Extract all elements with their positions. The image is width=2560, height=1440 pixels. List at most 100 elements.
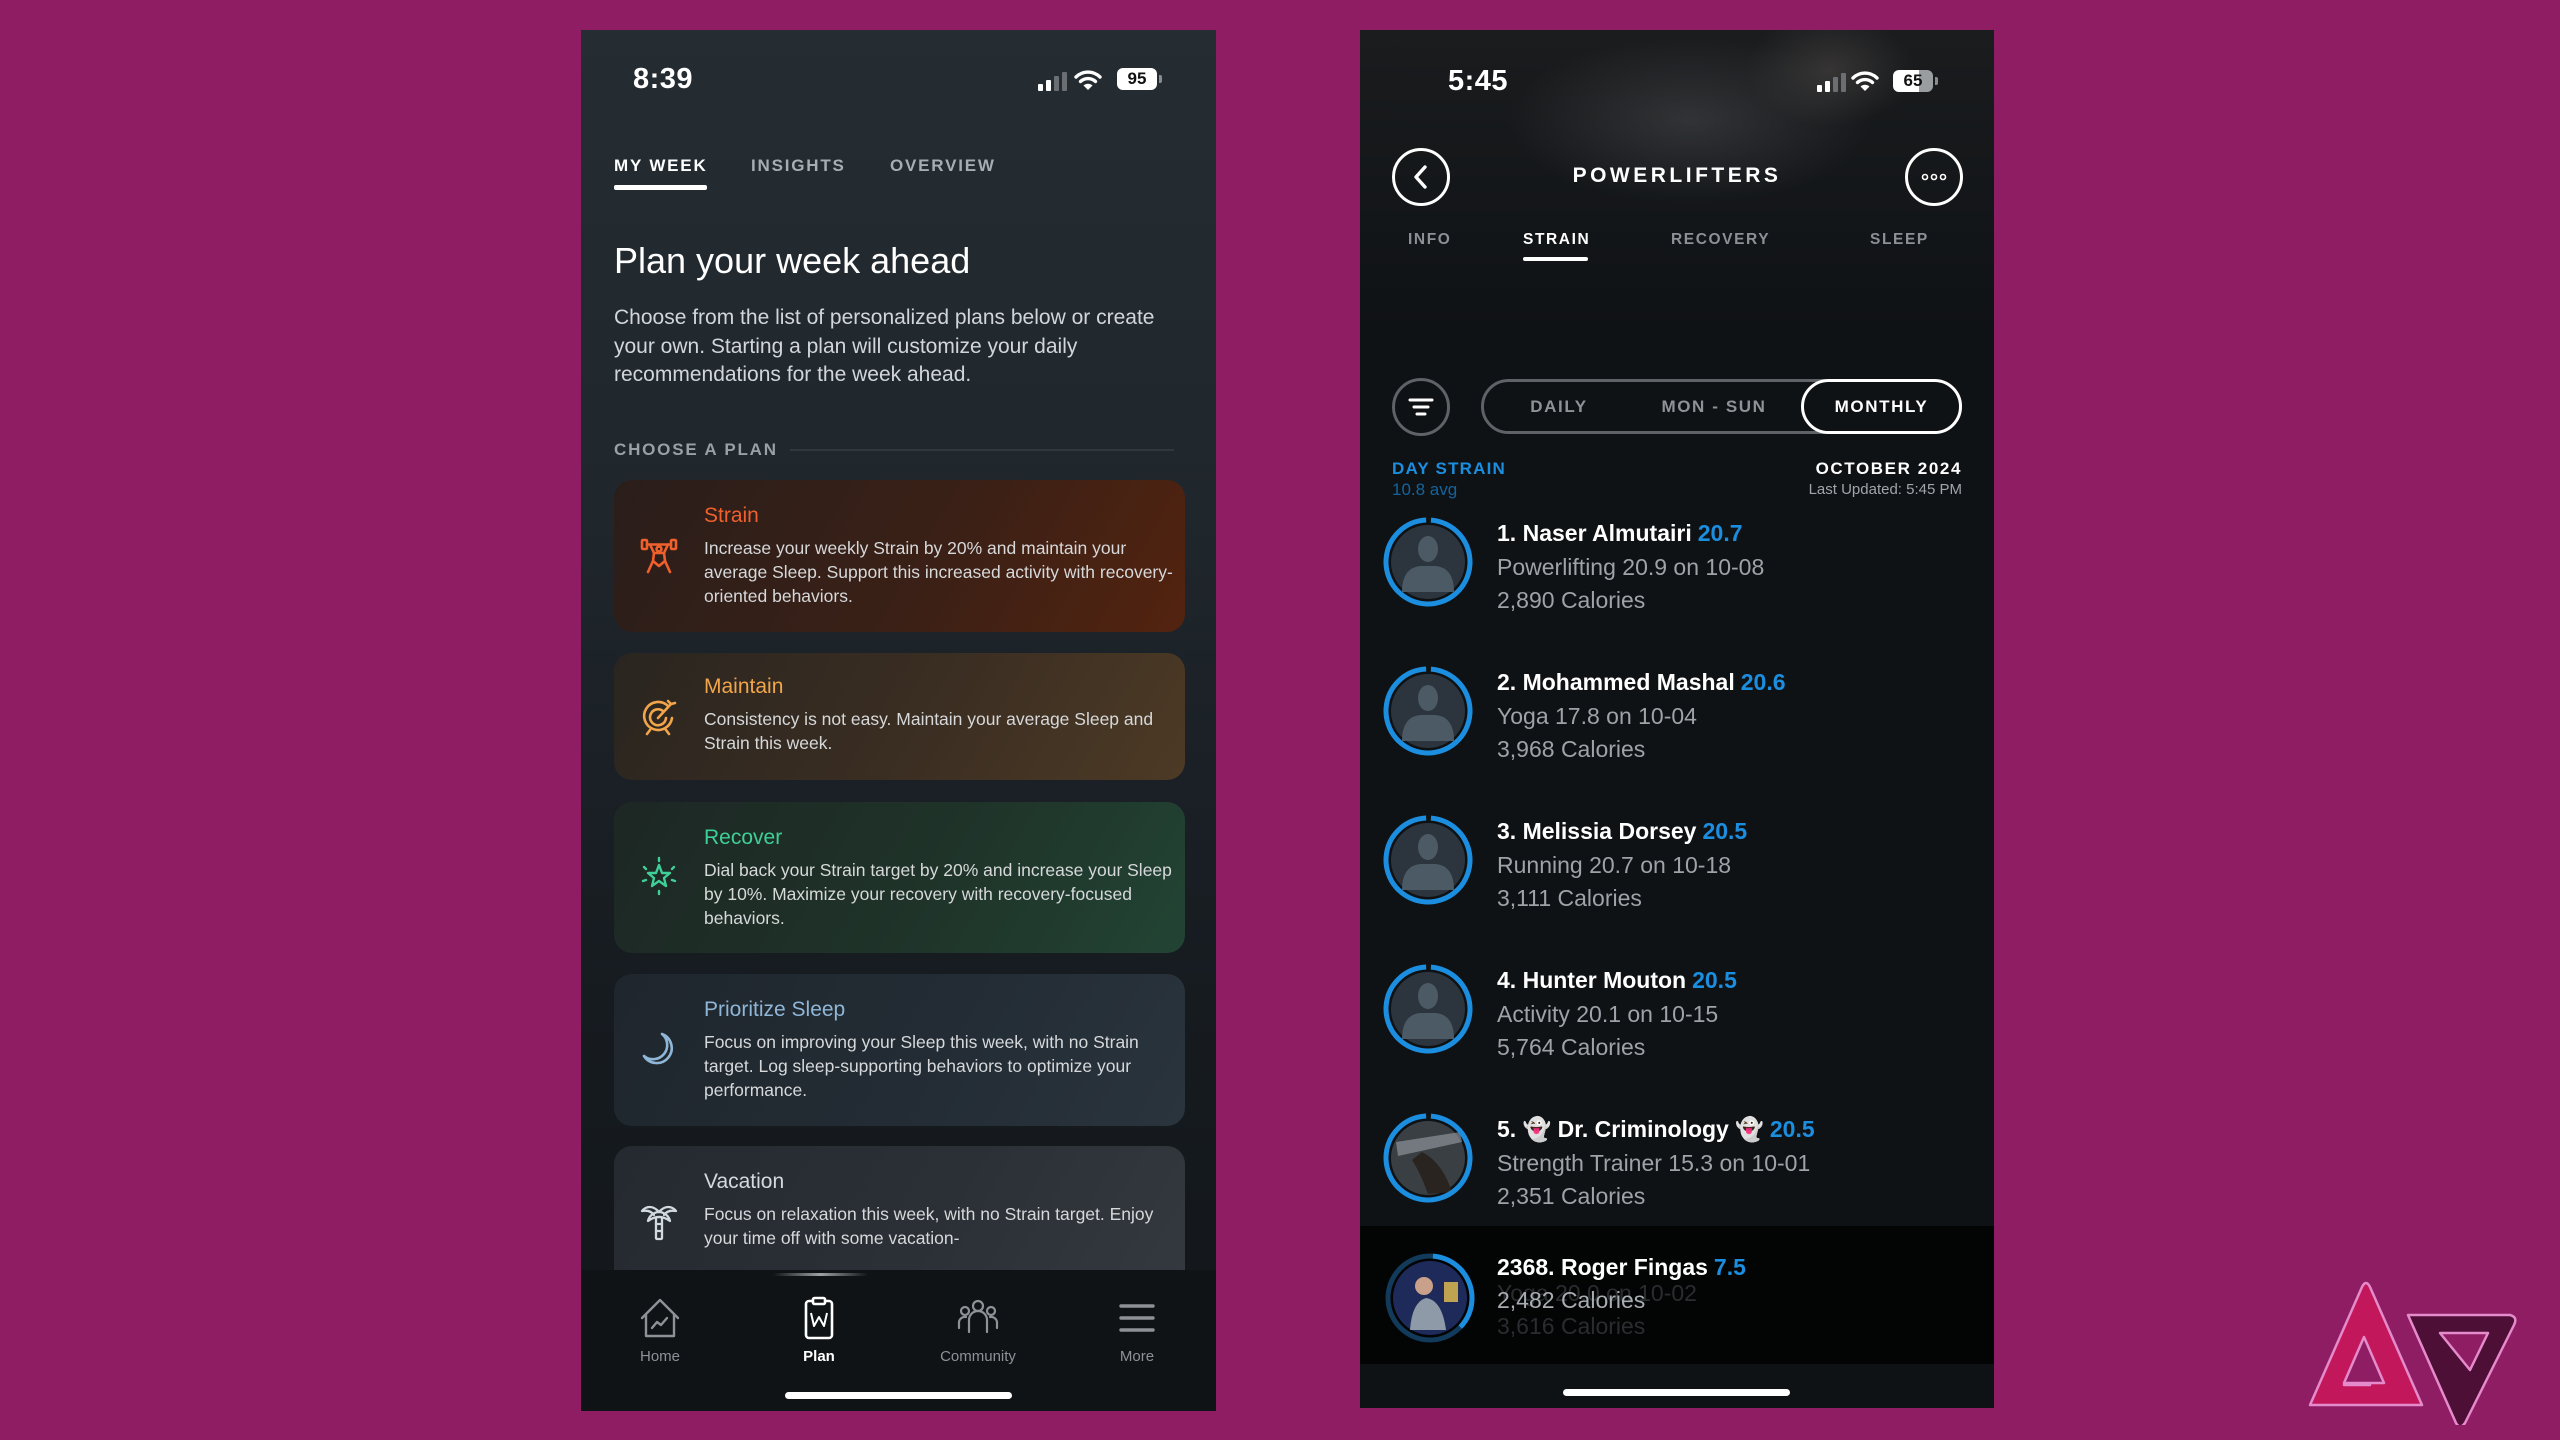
- segment-monthly[interactable]: MONTHLY: [1801, 379, 1962, 434]
- best-activity: Yoga 17.8 on 10-04: [1497, 703, 1697, 729]
- member-name-line: 5. 👻 Dr. Criminology 👻 20.5: [1497, 1116, 1815, 1143]
- cellular-signal-icon: [1817, 73, 1846, 92]
- current-user-avatar: [1385, 1253, 1475, 1343]
- member-name: Naser Almutairi: [1522, 520, 1692, 546]
- best-activity: Powerlifting 20.9 on 10-08: [1497, 554, 1765, 580]
- best-activity: Activity 20.1 on 10-15: [1497, 1001, 1719, 1027]
- team-title: POWERLIFTERS: [1572, 164, 1782, 187]
- period-segmented-control: DAILY MON - SUN MONTHLY: [1481, 379, 1962, 434]
- team-leaderboard-screen: 5:45 65 POWERLIFTERS INFO STRAIN RECOVER…: [1360, 30, 1994, 1408]
- section-label: CHOOSE A PLAN: [614, 440, 778, 459]
- calories: 2,890 Calories: [1497, 587, 1646, 613]
- tab-insights[interactable]: INSIGHTS: [751, 156, 846, 176]
- filter-icon: [1408, 398, 1434, 416]
- tab-my-week[interactable]: MY WEEK: [614, 156, 708, 176]
- battery-indicator: 65: [1893, 70, 1938, 92]
- wifi-icon: [1074, 70, 1102, 90]
- member-name-line: 2. Mohammed Mashal 20.6: [1497, 669, 1786, 696]
- tab-strain[interactable]: STRAIN: [1523, 231, 1590, 249]
- calories: 3,111 Calories: [1497, 885, 1642, 911]
- rank: 3.: [1497, 818, 1517, 844]
- nav-home[interactable]: Home: [600, 1296, 720, 1365]
- member-name-line: 1. Naser Almutairi 20.7: [1497, 520, 1743, 547]
- plan-card-maintain[interactable]: Maintain Consistency is not easy. Mainta…: [614, 653, 1185, 780]
- segment-daily[interactable]: DAILY: [1484, 382, 1634, 431]
- metric-average: 10.8 avg: [1392, 480, 1458, 499]
- plan-description: Consistency is not easy. Maintain your a…: [704, 709, 1154, 753]
- nav-community[interactable]: Community: [918, 1296, 1038, 1365]
- filter-button[interactable]: [1392, 378, 1450, 436]
- member-name-line: 4. Hunter Mouton 20.5: [1497, 967, 1737, 994]
- nav-label: More: [1119, 1348, 1155, 1365]
- tab-recovery[interactable]: RECOVERY: [1671, 231, 1770, 249]
- plan-title: Vacation: [704, 1170, 785, 1193]
- community-icon: [957, 1299, 999, 1334]
- home-icon: [640, 1298, 680, 1338]
- plan-description: Focus on relaxation this week, with no S…: [704, 1204, 1154, 1248]
- current-user-row[interactable]: Yoga 20.0 on 10-02 3,616 Calories 2368. …: [1360, 1226, 1994, 1364]
- member-name: Hunter Mouton: [1522, 967, 1687, 993]
- best-activity: Running 20.7 on 10-18: [1497, 852, 1732, 878]
- tab-overview[interactable]: OVERVIEW: [890, 156, 996, 176]
- home-indicator: [1563, 1389, 1790, 1396]
- home-indicator: [785, 1392, 1012, 1399]
- member-name: Roger Fingas: [1560, 1254, 1708, 1280]
- moon-icon: [642, 1032, 673, 1065]
- avatar: [1383, 964, 1473, 1054]
- calories: 3,968 Calories: [1497, 736, 1646, 762]
- plan-card-prioritize-sleep[interactable]: Prioritize Sleep Focus on improving your…: [614, 974, 1185, 1126]
- more-options-button[interactable]: [1905, 148, 1963, 206]
- menu-icon: [1119, 1304, 1155, 1332]
- rank: 1.: [1497, 520, 1517, 546]
- calories: 5,764 Calories: [1497, 1034, 1646, 1060]
- rank: 4.: [1497, 967, 1517, 993]
- plan-screen: 8:39 95 MY WEEK INSIGHTS OVERVIEW Plan y…: [581, 30, 1216, 1411]
- nav-plan[interactable]: Plan: [759, 1296, 879, 1365]
- plan-title: Recover: [704, 826, 783, 849]
- plan-description: Dial back your Strain target by 20% and …: [704, 860, 1172, 928]
- section-divider: [790, 449, 1174, 451]
- member-name: Mohammed Mashal: [1522, 669, 1735, 695]
- strain-score: 20.5: [1702, 818, 1748, 844]
- calories: 2,482 Calories: [1497, 1287, 1646, 1313]
- tab-sleep[interactable]: SLEEP: [1870, 231, 1929, 249]
- active-tab-indicator: [614, 185, 707, 190]
- metric-label: DAY STRAIN: [1392, 459, 1507, 478]
- wifi-icon: [1851, 71, 1879, 91]
- leaderboard-row[interactable]: 1. Naser Almutairi 20.7 Powerlifting 20.9…: [1360, 516, 1994, 656]
- period-label: OCTOBER 2024: [1815, 459, 1962, 478]
- battery-level: 65: [1893, 70, 1933, 92]
- nav-more[interactable]: More: [1077, 1296, 1197, 1365]
- strain-score: 7.5: [1713, 1254, 1746, 1280]
- plan-title: Strain: [704, 504, 759, 527]
- segment-mon-sun[interactable]: MON - SUN: [1634, 382, 1794, 431]
- avatar: [1383, 666, 1473, 756]
- plan-card-recover[interactable]: Recover Dial back your Strain target by …: [614, 802, 1185, 953]
- plan-card-strain[interactable]: Strain Increase your weekly Strain by 20…: [614, 480, 1185, 632]
- status-time: 8:39: [633, 63, 694, 95]
- leaderboard-row[interactable]: 3. Melissia Dorsey 20.5 Running 20.7 on 1…: [1360, 814, 1994, 954]
- avatar: [1383, 815, 1473, 905]
- status-time: 5:45: [1448, 65, 1509, 97]
- member-name-line: 3. Melissia Dorsey 20.5: [1497, 818, 1747, 845]
- nav-label: Plan: [803, 1348, 835, 1365]
- cellular-signal-icon: [1038, 72, 1067, 91]
- plan-description: Focus on improving your Sleep this week,…: [704, 1032, 1139, 1100]
- battery-indicator: 95: [1117, 68, 1162, 90]
- page-description: Choose from the list of personalized pla…: [614, 306, 1155, 386]
- last-updated: Last Updated: 5:45 PM: [1808, 481, 1962, 498]
- member-name: Melissia Dorsey: [1522, 818, 1697, 844]
- strain-score: 20.5: [1692, 967, 1737, 993]
- member-name: 👻 Dr. Criminology 👻: [1522, 1116, 1764, 1142]
- plan-card-vacation[interactable]: Vacation Focus on relaxation this week, …: [614, 1146, 1185, 1286]
- rank: 2368.: [1497, 1254, 1555, 1280]
- nav-label: Community: [940, 1348, 1016, 1365]
- plan-description: Increase your weekly Strain by 20% and m…: [704, 538, 1173, 606]
- tab-info[interactable]: INFO: [1408, 231, 1451, 249]
- plan-title: Prioritize Sleep: [704, 998, 846, 1021]
- battery-level: 95: [1117, 68, 1157, 90]
- ellipsis-icon: [1921, 173, 1947, 181]
- leaderboard-row[interactable]: 4. Hunter Mouton 20.5 Activity 20.1 on 10…: [1360, 963, 1994, 1103]
- leaderboard-row[interactable]: 2. Mohammed Mashal 20.6 Yoga 17.8 on 10-0…: [1360, 665, 1994, 805]
- nav-label: Home: [639, 1348, 680, 1365]
